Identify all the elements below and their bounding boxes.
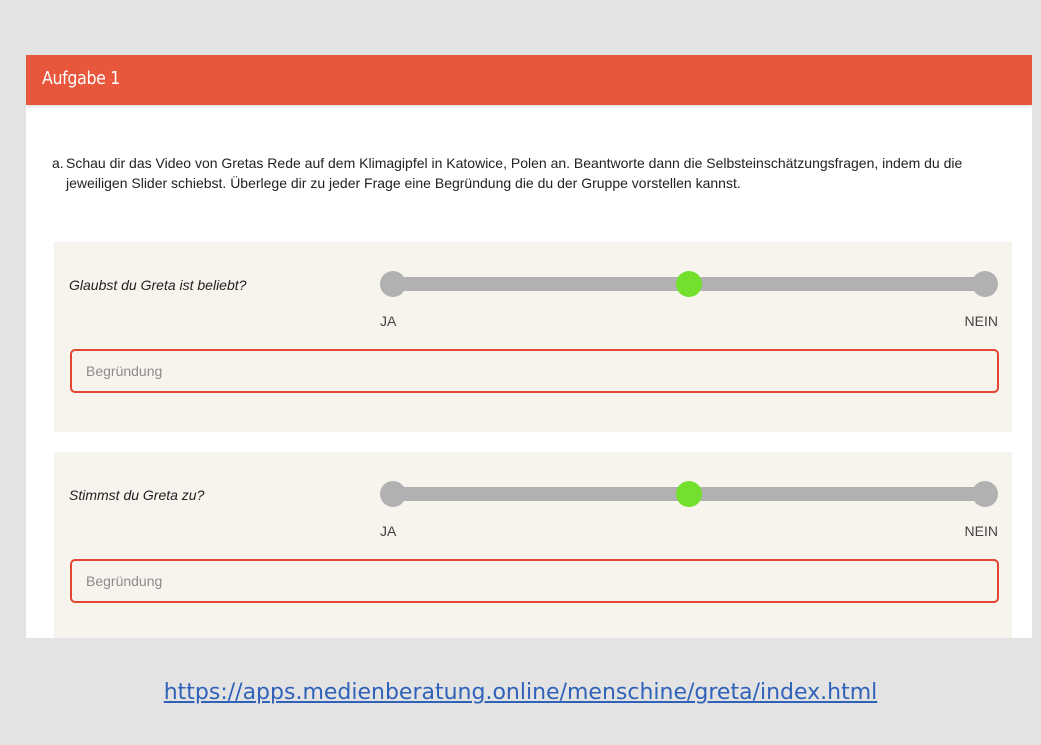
scale-label-nein: NEIN: [964, 523, 998, 539]
slider-2[interactable]: [380, 481, 998, 507]
instruction-text: Schau dir das Video von Gretas Rede auf …: [66, 155, 963, 191]
slider-end-left: [380, 481, 406, 507]
task-card: Aufgabe 1 a. Schau dir das Video von Gre…: [26, 55, 1032, 638]
scale-label-ja: JA: [380, 313, 397, 329]
task-header: Aufgabe 1: [26, 55, 1032, 105]
app-url-link[interactable]: https://apps.medienberatung.online/mensc…: [0, 680, 1041, 705]
slider-end-left: [380, 271, 406, 297]
task-instruction: a. Schau dir das Video von Gretas Rede a…: [52, 153, 1022, 193]
instruction-prefix: a.: [52, 155, 64, 171]
task-title: Aufgabe 1: [42, 68, 120, 89]
reason-input-1[interactable]: [70, 349, 999, 393]
question-block-2: Stimmst du Greta zu? JA NEIN: [54, 452, 1012, 638]
slider-end-right: [972, 481, 998, 507]
slider-thumb[interactable]: [676, 481, 702, 507]
reason-input-2[interactable]: [70, 559, 999, 603]
slider-1[interactable]: [380, 271, 998, 297]
slider-end-right: [972, 271, 998, 297]
scale-label-nein: NEIN: [964, 313, 998, 329]
question-block-1: Glaubst du Greta ist beliebt? JA NEIN: [54, 242, 1012, 432]
scale-label-ja: JA: [380, 523, 397, 539]
slider-thumb[interactable]: [676, 271, 702, 297]
question-label-2: Stimmst du Greta zu?: [69, 487, 205, 503]
question-label-1: Glaubst du Greta ist beliebt?: [69, 277, 247, 293]
